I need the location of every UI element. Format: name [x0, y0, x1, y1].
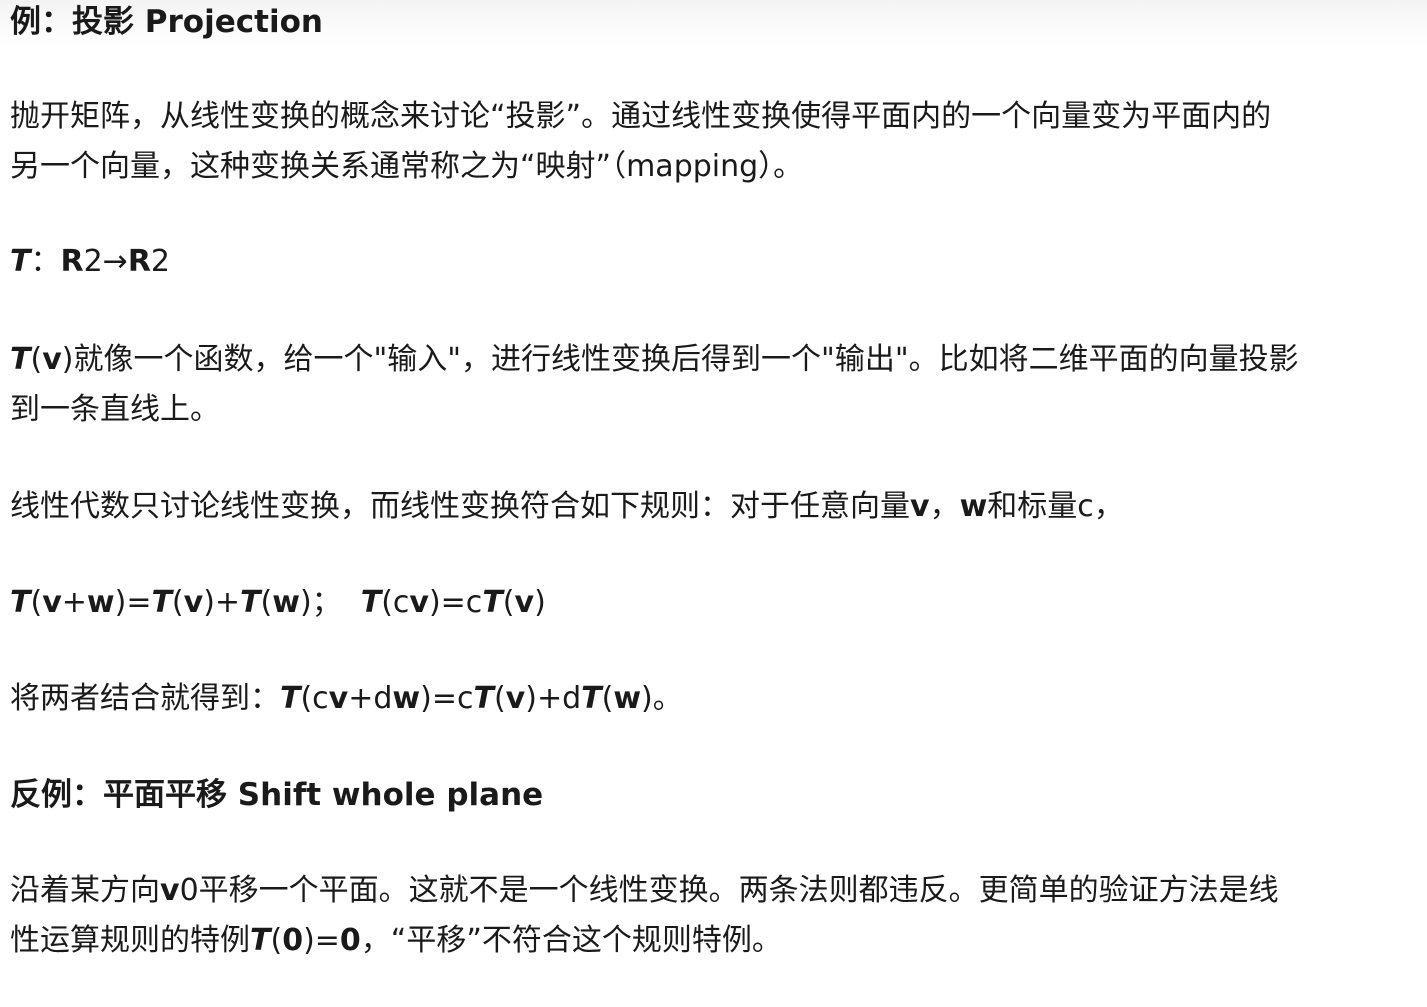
text: 沿着某方向: [10, 873, 160, 908]
vector-v: v: [514, 585, 535, 620]
combined-formula: 将两者结合就得到：T(cv+dw)=cT(v)+dT(w)。: [10, 674, 1410, 724]
symbol-T: T: [10, 342, 31, 377]
text: )=c: [420, 681, 474, 716]
vector-w: w: [959, 489, 988, 524]
exponent: 2: [83, 244, 103, 279]
vector-w: w: [272, 585, 300, 620]
text: )=: [114, 585, 152, 620]
symbol-T: T: [482, 585, 503, 620]
vector-w: w: [392, 681, 421, 716]
arrow: →: [102, 244, 128, 279]
text: ，: [929, 489, 960, 524]
text: (: [260, 585, 273, 620]
vector-w: w: [86, 585, 115, 620]
symbol-T: T: [280, 681, 301, 716]
text: (: [493, 681, 506, 716]
text: 线性代数只讨论线性变换，而线性变换符合如下规则：对于任意向量: [10, 489, 910, 524]
symbol-R: R: [127, 244, 151, 279]
symbol-T: T: [10, 244, 31, 279]
symbol-T: T: [360, 585, 382, 620]
text: )就像一个函数，给一个"输入"，进行线性变换后得到一个"输出"。比如将二维平面的…: [61, 342, 1299, 377]
text: )；: [299, 585, 361, 620]
paragraph-line: 另一个向量，这种变换关系通常称之为“映射”（mapping）。: [10, 149, 804, 184]
paragraph-line: 抛开矩阵，从线性变换的概念来讨论“投影”。通过线性变换使得平面内的一个向量变为平…: [10, 99, 1272, 134]
text: )=c: [428, 585, 483, 620]
section-heading-counterexample: 反例：平面平移 Shift whole plane: [10, 770, 1410, 820]
exponent: 2: [150, 244, 171, 279]
zero-vector: 0: [282, 923, 304, 958]
vector-v0: v: [160, 873, 180, 908]
vector-v: v: [183, 585, 204, 620]
paragraph-line: 沿着某方向v0平移一个平面。这就不是一个线性变换。两条法则都违反。更简单的验证方…: [10, 866, 1410, 916]
text: (c: [381, 585, 410, 620]
paragraph-projection-intro: 抛开矩阵，从线性变换的概念来讨论“投影”。通过线性变换使得平面内的一个向量变为平…: [10, 92, 1410, 192]
paragraph-line: 性运算规则的特例T(0)=0，“平移”不符合这个规则特例。: [10, 916, 1410, 966]
paragraph-line: T(v)就像一个函数，给一个"输入"，进行线性变换后得到一个"输出"。比如将二维…: [10, 335, 1410, 385]
paragraph-shift-plane: 沿着某方向v0平移一个平面。这就不是一个线性变换。两条法则都违反。更简单的验证方…: [10, 866, 1410, 966]
text: (: [171, 585, 184, 620]
paragraph-function-analogy: T(v)就像一个函数，给一个"输入"，进行线性变换后得到一个"输出"。比如将二维…: [10, 335, 1410, 435]
vector-v: v: [42, 585, 62, 620]
text: 将两者结合就得到：: [10, 681, 280, 716]
vector-v: v: [910, 489, 930, 524]
symbol-T: T: [240, 585, 261, 620]
text: 性运算规则的特例: [10, 923, 250, 958]
text: )。: [641, 681, 683, 716]
paren: (: [30, 342, 43, 377]
vector-v: v: [409, 585, 429, 620]
symbol-R: R: [60, 244, 84, 279]
text: ): [534, 585, 546, 620]
text: )+d: [525, 681, 582, 716]
symbol-T: T: [473, 681, 494, 716]
heading-text: 反例：平面平移 Shift whole plane: [10, 777, 544, 813]
text: +d: [348, 681, 393, 716]
vector-v: v: [328, 681, 349, 716]
text: (: [502, 585, 515, 620]
text: (c: [300, 681, 329, 716]
text: ，“平移”不符合这个规则特例。: [360, 923, 782, 958]
section-heading-projection: 例：投影 Projection: [10, 0, 1410, 47]
text: 和标量c，: [987, 489, 1124, 524]
text: )=: [303, 923, 340, 958]
text: (: [601, 681, 614, 716]
colon: ：: [30, 244, 61, 279]
text: 0平移一个平面。这就不是一个线性变换。两条法则都违反。更简单的验证方法是线: [179, 873, 1279, 908]
symbol-T: T: [10, 585, 31, 620]
symbol-T: T: [250, 923, 271, 958]
linearity-formula: T(v+w)=T(v)+T(w)； T(cv)=cT(v): [10, 578, 1410, 628]
vector-v: v: [505, 681, 526, 716]
vector-w: w: [613, 681, 642, 716]
document-page: { "section1": { "heading": "例：投影 Project…: [0, 0, 1427, 1007]
symbol-T: T: [151, 585, 172, 620]
vector-v: v: [42, 342, 62, 377]
heading-text: 例：投影 Projection: [10, 4, 323, 40]
symbol-T: T: [581, 681, 602, 716]
paragraph-linearity-rules: 线性代数只讨论线性变换，而线性变换符合如下规则：对于任意向量v，w和标量c，: [10, 482, 1410, 532]
zero-vector: 0: [339, 923, 361, 958]
mapping-formula: T：R2→R2: [10, 237, 1410, 287]
paragraph-line: 到一条直线上。: [10, 392, 220, 427]
text: (: [270, 923, 283, 958]
text: (: [30, 585, 43, 620]
text: )+: [203, 585, 241, 620]
text: +: [61, 585, 87, 620]
